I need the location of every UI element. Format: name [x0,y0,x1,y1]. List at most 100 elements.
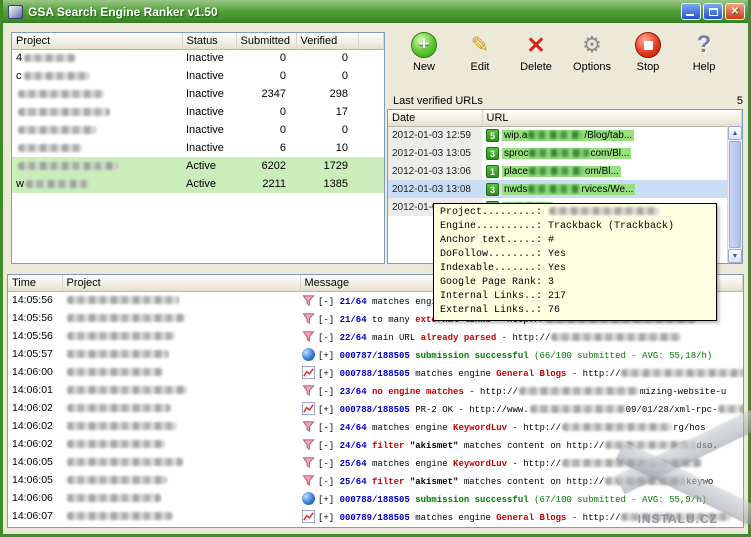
new-icon: + [410,31,438,59]
app-icon [8,5,23,19]
column-header[interactable]: Date [388,110,482,126]
log-time: 14:06:00 [8,363,62,381]
app-window: GSA Search Engine Ranker v1.50 ✕ Project… [0,0,751,537]
log-row[interactable]: 14:06:05 [-] 25/64 matches engine Keyword… [8,453,743,471]
pagerank-badge: 3 [486,147,499,160]
project-row[interactable]: Inactive017 [12,103,384,121]
project-row[interactable]: Inactive610 [12,139,384,157]
verified-url-cell: 3nwdsrvices/We... [482,180,742,198]
column-header[interactable]: Project [62,275,300,291]
log-time: 14:06:05 [8,471,62,489]
scroll-thumb[interactable] [729,141,741,248]
new-button[interactable]: +New [401,31,447,91]
verified-row[interactable]: 2012-01-03 13:083nwdsrvices/We... [388,180,742,198]
log-row[interactable]: 14:05:56[-] 22/64 main URL already parse… [8,327,743,345]
log-project [62,345,300,363]
log-project [62,489,300,507]
log-row[interactable]: 14:06:02 [-] 24/64 matches engine Keyword… [8,417,743,435]
verified-url: nwdsrvices/We... [502,184,635,195]
log-row[interactable]: 14:06:01[-] 23/64 no engine matches - ht… [8,381,743,399]
project-submitted: 6 [236,139,296,157]
log-row[interactable]: 14:06:06[+] 000788/188505 submission suc… [8,489,743,507]
help-button[interactable]: ?Help [681,31,727,91]
verified-scrollbar[interactable]: ▲ ▼ [727,126,742,263]
project-row[interactable]: Active62021729 [12,157,384,175]
project-status: Inactive [182,103,236,121]
column-header[interactable]: Submitted [236,33,296,49]
verified-urls-table: DateURL 2012-01-03 12:595wip.a/Blog/tab.… [388,110,742,216]
stop-icon [634,31,662,59]
log-message: [+] 000788/188505 matches engine General… [300,363,743,381]
stop-button[interactable]: Stop [625,31,671,91]
maximize-icon [709,8,718,16]
log-message: [+] 000788/188505 submission successful … [300,489,743,507]
chart-icon [302,402,315,415]
edit-button[interactable]: ✎Edit [457,31,503,91]
project-status: Active [182,175,236,193]
log-time: 14:05:56 [8,327,62,345]
log-row[interactable]: 14:06:00 [+] 000788/188505 matches engine… [8,363,743,381]
project-verified: 0 [296,67,358,85]
verified-row[interactable]: 2012-01-03 12:595wip.a/Blog/tab... [388,126,742,144]
filter-icon [302,474,315,487]
filter-icon [302,456,315,469]
column-header[interactable]: Verified [296,33,358,49]
scroll-down-button[interactable]: ▼ [728,249,742,263]
project-verified: 10 [296,139,358,157]
column-header[interactable]: URL [482,110,742,126]
last-verified-urls-label: Last verified URLs [393,95,483,107]
log-row[interactable]: 14:06:02[-] 24/64 filter "akismet" match… [8,435,743,453]
tooltip-line: External Links..: 76 [440,304,710,318]
options-button[interactable]: ⚙Options [569,31,615,91]
project-row[interactable]: cInactive00 [12,67,384,85]
log-message: [-] 25/64 matches engine KeywordLuv - ht… [300,453,743,471]
tooltip-line: Indexable.......: Yes [440,262,710,276]
delete-button[interactable]: ✕Delete [513,31,559,91]
verified-url: wip.a/Blog/tab... [502,130,634,141]
close-button[interactable]: ✕ [725,3,745,20]
chart-icon [302,510,315,523]
project-row[interactable]: wActive22111385 [12,175,384,193]
log-row[interactable]: 14:05:57[+] 000787/188505 submission suc… [8,345,743,363]
log-message: [+] 000788/188505 PR-2 OK - http://www.0… [300,399,743,417]
log-row[interactable]: 14:06:07[+] 000789/188505 matches engine… [8,507,743,525]
project-submitted: 0 [236,103,296,121]
titlebar[interactable]: GSA Search Engine Ranker v1.50 ✕ [3,0,748,23]
scroll-up-button[interactable]: ▲ [728,126,742,140]
verified-url-cell: 5wip.a/Blog/tab... [482,126,742,144]
log-time: 14:05:56 [8,309,62,327]
verified-url-cell: 3sproccom/Bl... [482,144,742,162]
log-message: [-] 24/64 matches engine KeywordLuv - ht… [300,417,743,435]
project-status: Active [182,157,236,175]
log-row[interactable]: 14:06:05[-] 25/64 filter "akismet" match… [8,471,743,489]
edit-icon: ✎ [466,31,494,59]
column-header[interactable] [358,33,384,49]
project-name [12,103,182,121]
project-row[interactable]: Inactive00 [12,121,384,139]
column-header[interactable]: Project [12,33,182,49]
project-submitted: 0 [236,67,296,85]
verified-date: 2012-01-03 13:05 [388,144,482,162]
log-row[interactable]: 14:06:02 [+] 000788/188505 PR-2 OK - http… [8,399,743,417]
column-header[interactable]: Time [8,275,62,291]
last-verified-urls-row: Last verified URLs 5 [393,95,743,107]
minimize-button[interactable] [681,3,701,20]
log-time: 14:06:05 [8,453,62,471]
delete-icon: ✕ [522,31,550,59]
log-time: 14:06:02 [8,417,62,435]
options-icon: ⚙ [578,31,606,59]
column-header[interactable]: Status [182,33,236,49]
verified-url-tooltip: Project.........: Engine..........: Trac… [433,203,717,321]
project-row[interactable]: 4Inactive00 [12,49,384,67]
verified-row[interactable]: 2012-01-03 13:061placeom/Bl... [388,162,742,180]
log-project [62,507,300,525]
log-time: 14:06:02 [8,399,62,417]
pagerank-badge: 3 [486,183,499,196]
project-row[interactable]: Inactive2347298 [12,85,384,103]
maximize-button[interactable] [703,3,723,20]
tooltip-line: Anchor text.....: # [440,234,710,248]
filter-icon [302,330,315,343]
pagerank-badge: 5 [486,129,499,142]
log-project [62,291,300,309]
verified-row[interactable]: 2012-01-03 13:053sproccom/Bl... [388,144,742,162]
